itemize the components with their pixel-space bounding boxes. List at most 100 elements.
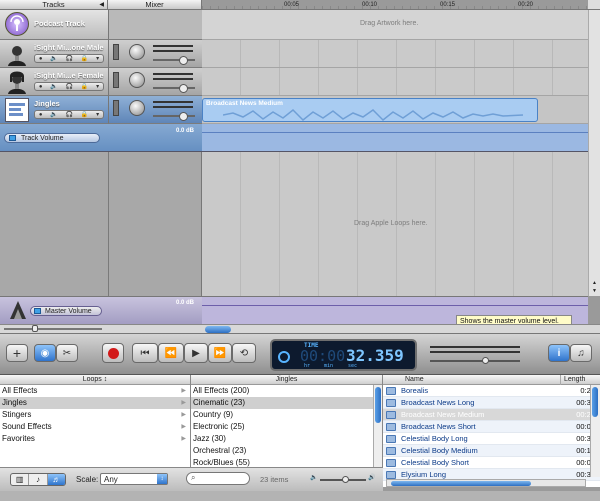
volume-slider[interactable] bbox=[153, 84, 195, 93]
item-name: Elysium Long bbox=[401, 470, 447, 479]
scroll-thumb[interactable] bbox=[375, 387, 381, 423]
category-item[interactable]: Sound Effects ▶ bbox=[0, 421, 190, 433]
category-item[interactable]: Stingers ▶ bbox=[0, 409, 190, 421]
scroll-thumb[interactable] bbox=[391, 481, 531, 486]
search-input[interactable]: ⌕ bbox=[186, 472, 250, 485]
go-to-start-button[interactable]: ⏮ bbox=[132, 343, 158, 363]
subcategory-item[interactable]: Jazz (30) bbox=[191, 433, 382, 445]
pan-knob[interactable] bbox=[129, 44, 145, 60]
track-isight-male[interactable]: iSight Mi...one Male ● 🔈 🎧 🔒 ▾ bbox=[0, 40, 108, 68]
item-name: Celestial Body Long bbox=[401, 434, 468, 443]
column-view-icon[interactable]: ▥ bbox=[11, 474, 28, 485]
subcategory-item[interactable]: Orchestral (23) bbox=[191, 445, 382, 457]
lock-icon[interactable]: 🔒 bbox=[81, 83, 88, 90]
preview-volume-slider[interactable]: 🔈 🔊 bbox=[310, 475, 375, 483]
volume-slider[interactable] bbox=[153, 56, 195, 65]
results-hscroll[interactable] bbox=[386, 479, 586, 487]
media-browser-button[interactable]: ♫ bbox=[570, 344, 592, 362]
pan-knob[interactable] bbox=[129, 100, 145, 116]
record-icon[interactable]: ● bbox=[39, 84, 43, 90]
list-item[interactable]: Borealis 0:29 bbox=[383, 385, 600, 397]
results-scrollbar[interactable] bbox=[590, 385, 600, 477]
category-item[interactable]: Jingles ▶ bbox=[0, 397, 190, 409]
lock-icon[interactable]: 🔒 bbox=[81, 55, 88, 62]
music-view-icon[interactable]: ♪ bbox=[28, 474, 46, 485]
volume-automation-lane[interactable] bbox=[202, 124, 588, 152]
scale-select[interactable]: Any ↕ bbox=[100, 473, 168, 485]
timeline-ruler[interactable]: 00:05 00:10 00:15 00:20 bbox=[202, 0, 588, 10]
rewind-button[interactable]: ⏪ bbox=[158, 343, 184, 363]
audio-region[interactable]: Broadcast News Medium bbox=[202, 98, 538, 122]
scroll-down-icon[interactable]: ▼ bbox=[592, 288, 597, 294]
name-column-header[interactable]: Name bbox=[383, 376, 424, 383]
master-db: 0.0 dB bbox=[176, 300, 195, 306]
list-item[interactable]: Broadcast News Long 00:37 bbox=[383, 397, 600, 409]
expand-icon[interactable]: ▾ bbox=[96, 83, 99, 90]
collapse-left-icon[interactable]: ◀ bbox=[99, 0, 104, 10]
checkbox-icon[interactable] bbox=[9, 135, 16, 141]
horizontal-scroll-thumb[interactable] bbox=[205, 326, 231, 333]
track-isight-female[interactable]: iSight Mi...e Female ● 🔈 🎧 🔒 ▾ bbox=[0, 68, 108, 96]
checkbox-icon[interactable] bbox=[34, 308, 41, 314]
timeline-lane[interactable]: Broadcast News Medium bbox=[202, 96, 588, 124]
chevron-right-icon: ▶ bbox=[181, 400, 186, 406]
artwork-lane[interactable]: Drag Artwork here. bbox=[202, 10, 588, 40]
timeline-lane[interactable] bbox=[202, 40, 588, 68]
volume-slider[interactable] bbox=[153, 112, 195, 121]
category-item[interactable]: Favorites ▶ bbox=[0, 433, 190, 445]
pan-knob[interactable] bbox=[129, 72, 145, 88]
subcategory-item[interactable]: Country (9) bbox=[191, 409, 382, 421]
expand-icon[interactable]: ▾ bbox=[96, 111, 99, 118]
mute-icon[interactable]: 🔈 bbox=[50, 55, 57, 62]
subcategory-item[interactable]: Cinematic (23) bbox=[191, 397, 382, 409]
length-column-header[interactable]: Length bbox=[560, 375, 600, 385]
timeline-lane[interactable] bbox=[202, 68, 588, 96]
solo-icon[interactable]: 🎧 bbox=[66, 83, 73, 90]
track-podcast[interactable]: Podcast Track bbox=[0, 10, 108, 40]
category-item[interactable]: All Effects ▶ bbox=[0, 385, 190, 397]
mute-icon[interactable]: 🔈 bbox=[50, 111, 57, 118]
show-editor-button[interactable]: ◉ bbox=[34, 344, 56, 362]
list-item[interactable]: Celestial Body Short 00:08 bbox=[383, 457, 600, 469]
record-icon[interactable]: ● bbox=[39, 56, 43, 62]
master-volume-slider[interactable] bbox=[430, 357, 520, 364]
list-item[interactable]: Celestial Body Medium 00:19 bbox=[383, 445, 600, 457]
master-track-header[interactable]: Master Volume 0.0 dB bbox=[0, 296, 202, 324]
track-volume-popup[interactable]: Track Volume bbox=[4, 133, 100, 143]
mute-icon[interactable]: 🔈 bbox=[50, 83, 57, 90]
list-item[interactable]: Broadcast News Short 00:07 bbox=[383, 421, 600, 433]
solo-icon[interactable]: 🎧 bbox=[66, 111, 73, 118]
track-jingles[interactable]: Jingles ● 🔈 🎧 🔒 ▾ bbox=[0, 96, 108, 124]
info-button[interactable]: i bbox=[548, 344, 570, 362]
empty-mixer-divider bbox=[108, 152, 109, 296]
subcategory-item[interactable]: All Effects (200) bbox=[191, 385, 382, 397]
play-button[interactable]: ▶ bbox=[184, 343, 208, 363]
loop-browser-button[interactable]: ✂ bbox=[56, 344, 78, 362]
loops-drop-area[interactable]: Drag Apple Loops here. bbox=[202, 152, 588, 296]
zoom-slider[interactable] bbox=[4, 325, 102, 332]
master-volume-popup[interactable]: Master Volume bbox=[30, 306, 102, 316]
list-item-selected[interactable]: Broadcast News Medium 00:21 bbox=[383, 409, 600, 421]
expand-icon[interactable]: ▾ bbox=[96, 55, 99, 62]
record-icon[interactable]: ● bbox=[39, 112, 43, 118]
volume-curve[interactable] bbox=[202, 132, 588, 133]
chevron-right-icon: ▶ bbox=[181, 436, 186, 442]
solo-icon[interactable]: 🎧 bbox=[66, 55, 73, 62]
jingles-scrollbar[interactable] bbox=[373, 385, 382, 467]
lock-icon[interactable]: 🔒 bbox=[81, 111, 88, 118]
scroll-up-icon[interactable]: ▲ bbox=[592, 280, 597, 286]
vertical-scrollbar[interactable]: ▲ ▼ bbox=[588, 10, 600, 296]
scroll-thumb[interactable] bbox=[592, 387, 598, 417]
master-curve[interactable] bbox=[202, 305, 588, 306]
subcategory-item[interactable]: Electronic (25) bbox=[191, 421, 382, 433]
fast-forward-button[interactable]: ⏩ bbox=[208, 343, 232, 363]
record-button[interactable] bbox=[102, 343, 124, 363]
sound-effects-view-icon[interactable]: ♬ bbox=[46, 474, 65, 485]
cycle-button[interactable]: ⟲ bbox=[232, 343, 256, 363]
loops-header[interactable]: Loops ↕ bbox=[0, 375, 190, 385]
scale-label: Scale: bbox=[76, 475, 99, 484]
subcategory-item[interactable]: Rock/Blues (55) bbox=[191, 457, 382, 467]
add-track-button[interactable]: + bbox=[6, 344, 28, 362]
time-display[interactable]: TIME 00:00 32.359 hr min sec bbox=[270, 339, 417, 371]
list-item[interactable]: Celestial Body Long 00:33 bbox=[383, 433, 600, 445]
